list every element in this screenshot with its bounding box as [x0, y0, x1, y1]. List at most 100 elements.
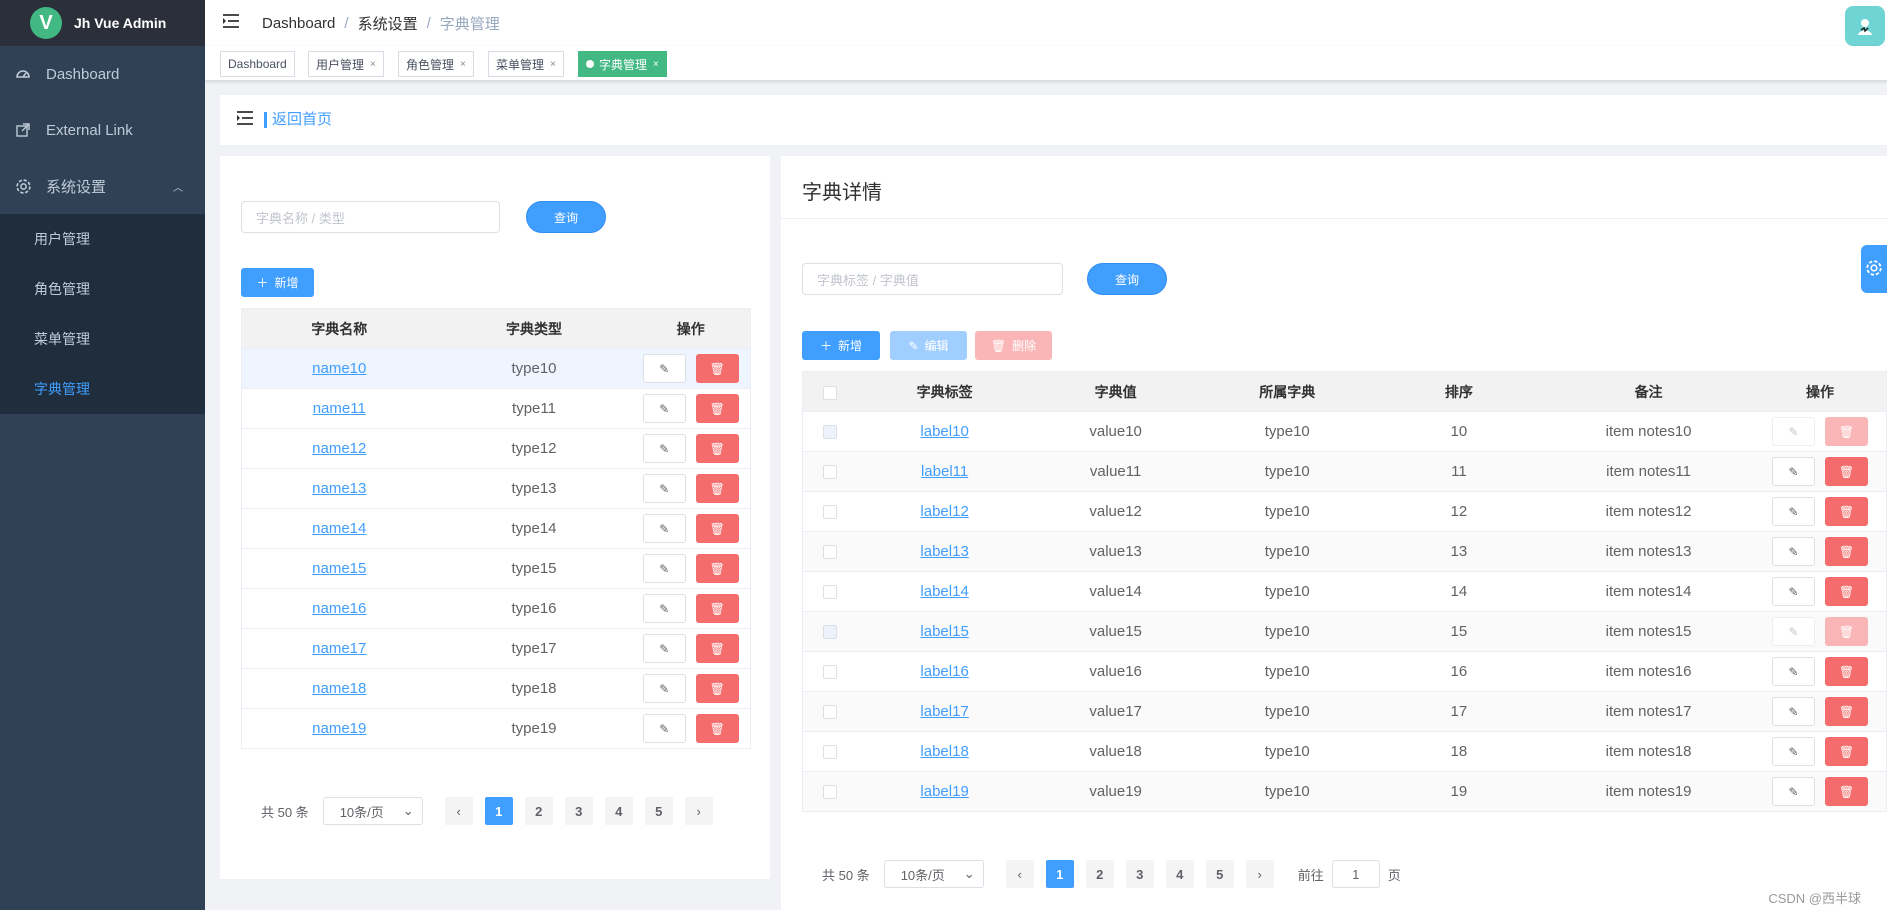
item-label-link[interactable]: label13	[920, 543, 968, 560]
tag-dashboard[interactable]: Dashboard	[220, 51, 295, 77]
trash-icon[interactable]: 🗑	[1824, 497, 1868, 526]
item-label-link[interactable]: label18	[920, 743, 968, 760]
dict-add-button[interactable]: ＋新增	[241, 268, 314, 297]
table-row[interactable]: name19 type19 ✎ 🗑	[241, 708, 751, 749]
sidebar-item-external-link[interactable]: External Link	[0, 102, 205, 158]
edit-icon[interactable]: ✎	[1771, 657, 1815, 686]
table-row[interactable]: name10 type10 ✎ 🗑	[241, 348, 751, 389]
dict-name-link[interactable]: name14	[312, 520, 366, 537]
dict-name-link[interactable]: name12	[312, 440, 366, 457]
item-label-link[interactable]: label12	[920, 503, 968, 520]
edit-icon[interactable]: ✎	[1771, 497, 1815, 526]
item-label-link[interactable]: label16	[920, 663, 968, 680]
table-row[interactable]: name14 type14 ✎ 🗑	[241, 508, 751, 549]
dict-name-link[interactable]: name17	[312, 640, 366, 657]
table-row[interactable]: label10 value10 type10 10 item notes10 ✎ 🗑	[802, 411, 1887, 452]
page-size-select[interactable]: 10条/页 ⌄	[883, 860, 984, 888]
edit-icon[interactable]: ✎	[642, 434, 686, 463]
edit-icon[interactable]: ✎	[642, 394, 686, 423]
table-row[interactable]: label17 value17 type10 17 item notes17 ✎ 🗑	[802, 691, 1887, 732]
next-page-button[interactable]: ›	[1245, 860, 1274, 888]
edit-icon[interactable]: ✎	[1771, 697, 1815, 726]
edit-icon[interactable]: ✎	[642, 514, 686, 543]
item-label-link[interactable]: label14	[920, 583, 968, 600]
dict-name-link[interactable]: name10	[312, 360, 366, 377]
tag-menus[interactable]: 菜单管理 ×	[488, 51, 564, 77]
trash-icon[interactable]: 🗑	[695, 514, 739, 543]
hamburger-icon[interactable]	[222, 13, 240, 34]
dict-name-link[interactable]: name11	[313, 400, 366, 417]
item-search-button[interactable]: 查询	[1087, 263, 1167, 295]
trash-icon[interactable]: 🗑	[1824, 417, 1868, 446]
table-row[interactable]: label18 value18 type10 18 item notes18 ✎ 🗑	[802, 731, 1887, 772]
edit-icon[interactable]: ✎	[1771, 537, 1815, 566]
page-button[interactable]: 2	[524, 797, 553, 825]
item-label-link[interactable]: label11	[921, 463, 968, 480]
table-row[interactable]: label15 value15 type10 15 item notes15 ✎ 🗑	[802, 611, 1887, 652]
page-button[interactable]: 5	[1205, 860, 1234, 888]
row-checkbox[interactable]	[823, 665, 838, 680]
trash-icon[interactable]: 🗑	[1824, 457, 1868, 486]
logo[interactable]: V Jh Vue Admin	[0, 0, 205, 46]
trash-icon[interactable]: 🗑	[695, 674, 739, 703]
goto-page-input[interactable]: 1	[1331, 860, 1380, 888]
item-label-link[interactable]: label15	[920, 623, 968, 640]
page-button[interactable]: 4	[604, 797, 633, 825]
dict-name-link[interactable]: name18	[312, 680, 366, 697]
edit-icon[interactable]: ✎	[642, 714, 686, 743]
item-label-link[interactable]: label19	[920, 783, 968, 800]
row-checkbox[interactable]	[823, 585, 838, 600]
page-button[interactable]: 1	[1045, 860, 1074, 888]
sidebar-item-roles[interactable]: 角色管理	[0, 264, 205, 314]
prev-page-button[interactable]: ‹	[444, 797, 473, 825]
edit-icon[interactable]: ✎	[1771, 577, 1815, 606]
table-row[interactable]: label12 value12 type10 12 item notes12 ✎ 🗑	[802, 491, 1887, 532]
edit-icon[interactable]: ✎	[1771, 457, 1815, 486]
trash-icon[interactable]: 🗑	[695, 714, 739, 743]
edit-icon[interactable]: ✎	[642, 674, 686, 703]
dict-name-link[interactable]: name15	[312, 560, 366, 577]
trash-icon[interactable]: 🗑	[695, 594, 739, 623]
dict-search-input[interactable]: 字典名称 / 类型	[241, 201, 500, 233]
edit-icon[interactable]: ✎	[642, 554, 686, 583]
back-home-link[interactable]: 返回首页	[264, 112, 332, 128]
edit-icon[interactable]: ✎	[642, 634, 686, 663]
tag-dictionary[interactable]: 字典管理 ×	[578, 51, 667, 77]
breadcrumb-item[interactable]: 系统设置	[358, 13, 418, 34]
row-checkbox[interactable]	[823, 505, 838, 520]
trash-icon[interactable]: 🗑	[1824, 537, 1868, 566]
trash-icon[interactable]: 🗑	[695, 434, 739, 463]
edit-icon[interactable]: ✎	[1771, 617, 1815, 646]
item-label-link[interactable]: label10	[920, 423, 968, 440]
row-checkbox[interactable]	[823, 465, 838, 480]
table-row[interactable]: name13 type13 ✎ 🗑	[241, 468, 751, 509]
table-row[interactable]: name16 type16 ✎ 🗑	[241, 588, 751, 629]
trash-icon[interactable]: 🗑	[695, 554, 739, 583]
select-all-checkbox[interactable]	[823, 385, 838, 400]
table-row[interactable]: name12 type12 ✎ 🗑	[241, 428, 751, 469]
settings-drawer-button[interactable]	[1861, 245, 1887, 293]
trash-icon[interactable]: 🗑	[1824, 617, 1868, 646]
page-button[interactable]: 2	[1085, 860, 1114, 888]
page-button[interactable]: 5	[644, 797, 673, 825]
sidebar-item-system-settings[interactable]: 系统设置 ︿	[0, 158, 205, 214]
edit-icon[interactable]: ✎	[1771, 737, 1815, 766]
trash-icon[interactable]: 🗑	[695, 394, 739, 423]
table-row[interactable]: name18 type18 ✎ 🗑	[241, 668, 751, 709]
tag-users[interactable]: 用户管理 ×	[308, 51, 384, 77]
table-row[interactable]: label19 value19 type10 19 item notes19 ✎ 🗑	[802, 771, 1887, 812]
page-button[interactable]: 3	[564, 797, 593, 825]
sidebar-item-menus[interactable]: 菜单管理	[0, 314, 205, 364]
tag-roles[interactable]: 角色管理 ×	[398, 51, 474, 77]
edit-icon[interactable]: ✎	[642, 354, 686, 383]
row-checkbox[interactable]	[823, 545, 838, 560]
trash-icon[interactable]: 🗑	[1824, 577, 1868, 606]
close-icon[interactable]: ×	[370, 59, 376, 70]
table-row[interactable]: label11 value11 type10 11 item notes11 ✎ 🗑	[802, 451, 1887, 492]
item-label-link[interactable]: label17	[920, 703, 968, 720]
table-row[interactable]: name11 type11 ✎ 🗑	[241, 388, 751, 429]
sidebar-item-dictionary[interactable]: 字典管理	[0, 364, 205, 414]
trash-icon[interactable]: 🗑	[695, 634, 739, 663]
row-checkbox[interactable]	[823, 425, 838, 440]
trash-icon[interactable]: 🗑	[695, 474, 739, 503]
